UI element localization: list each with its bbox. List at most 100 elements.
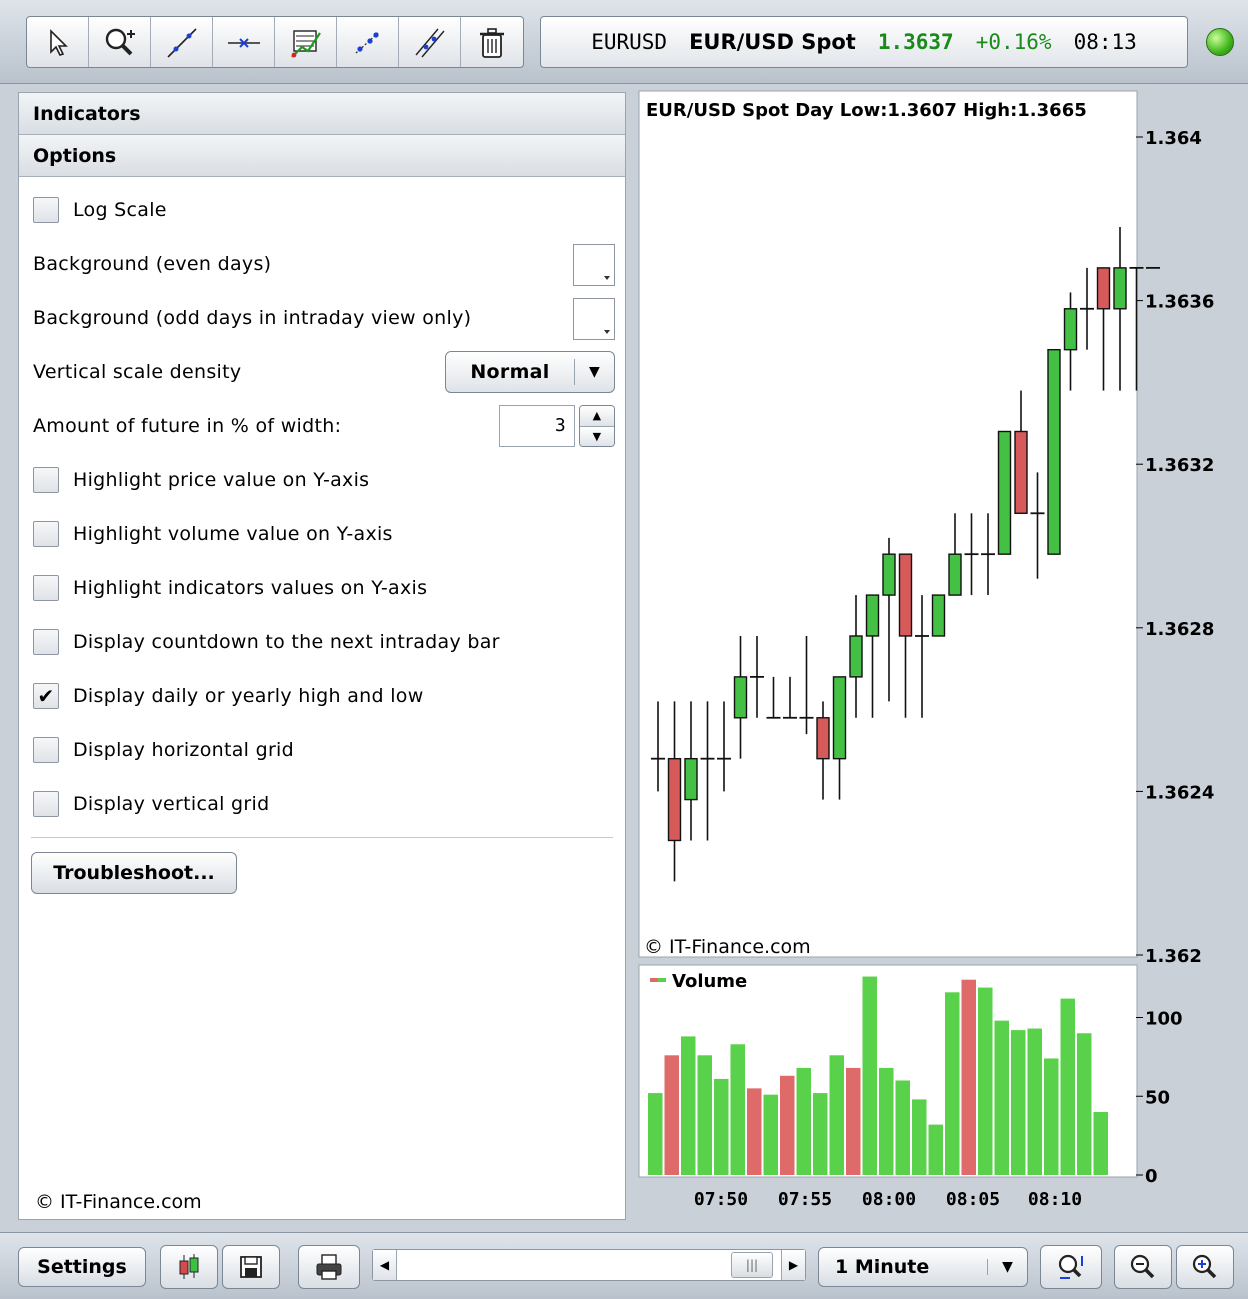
cursor-tool-button[interactable] [27,17,89,67]
daily-hl-option[interactable]: ✔ Display daily or yearly high and low [33,676,615,716]
settings-panel: Indicators Options Log Scale Background … [18,92,626,1220]
volume-bar [730,1044,745,1175]
bg-odd-color-picker[interactable] [573,298,615,340]
stepper-up-icon[interactable]: ▲ [580,406,614,427]
horizontal-line-icon [227,38,260,48]
candle-up [997,430,1012,555]
chart-type-button[interactable] [160,1245,218,1289]
troubleshoot-button[interactable]: Troubleshoot... [31,852,237,894]
volume-bar [664,1055,679,1175]
hgrid-label: Display horizontal grid [73,739,294,761]
hl-volume-checkbox[interactable] [33,521,59,547]
price-axis-label: 1.364 [1145,128,1202,149]
volume-bar [895,1080,910,1175]
candle-up [1047,348,1061,555]
log-scale-label: Log Scale [73,199,167,221]
log-scale-option[interactable]: Log Scale [33,190,615,230]
hl-indicators-option[interactable]: Highlight indicators values on Y-axis [33,568,615,608]
delete-tool-button[interactable] [461,17,523,67]
vscale-option: Vertical scale density Normal ▼ [33,351,615,393]
zoom-out-button[interactable] [1114,1245,1172,1289]
stepper-down-icon[interactable]: ▼ [580,426,614,446]
candle-up [733,676,748,719]
horizontal-line-tool-button[interactable] [213,17,275,67]
price-pane [638,90,1138,958]
hgrid-option[interactable]: Display horizontal grid [33,730,615,770]
vgrid-checkbox[interactable] [33,791,59,817]
parallel-lines-icon [414,28,445,58]
hl-price-checkbox[interactable] [33,467,59,493]
hl-price-option[interactable]: Highlight price value on Y-axis [33,460,615,500]
divider [31,837,613,838]
candle-up [684,757,698,801]
volume-bar [681,1036,696,1175]
bg-even-color-picker[interactable] [573,244,615,286]
countdown-checkbox[interactable] [33,629,59,655]
print-button[interactable] [298,1245,360,1289]
countdown-option[interactable]: Display countdown to the next intraday b… [33,622,615,662]
candle-up [1113,267,1127,310]
fibonacci-tool-button[interactable] [275,17,337,67]
ticker-time: 08:13 [1073,30,1137,54]
candle-up [1063,308,1078,351]
vscale-value: Normal [470,361,550,383]
volume-bar [1044,1058,1059,1175]
hl-volume-option[interactable]: Highlight volume value on Y-axis [33,514,615,554]
timeline-scrollbar[interactable]: ◀ ||| ▶ [372,1249,806,1281]
trendline-tool-button[interactable] [151,17,213,67]
chart-area[interactable]: 1.364 1.3636 1.3632 1.3628 1.3624 1.362 EUR/US… [638,90,1238,1220]
scroll-thumb[interactable]: ||| [731,1252,773,1278]
candle-down [667,757,682,842]
volume-axis-label: 50 [1145,1087,1170,1108]
trash-icon [480,28,504,58]
volume-bar [1077,1033,1092,1175]
volume-bar [1027,1028,1042,1175]
zoom-in-icon [1192,1254,1217,1279]
indicators-header[interactable]: Indicators [19,93,625,135]
scroll-right-icon[interactable]: ▶ [781,1250,805,1280]
price-chart[interactable]: 1.364 1.3636 1.3632 1.3628 1.3624 1.362 EUR/US… [638,90,1238,1220]
future-stepper[interactable]: 3 ▲ ▼ [499,405,615,447]
zoom-in-tool-button[interactable] [89,17,151,67]
volume-bar [846,1067,861,1175]
bottom-toolbar: Settings ◀ ||| ▶ 1 Minute ▼ [0,1232,1248,1299]
options-header[interactable]: Options [19,135,625,177]
volume-bar [648,1093,663,1175]
volume-bar [862,976,877,1175]
hgrid-checkbox[interactable] [33,737,59,763]
hl-indicators-checkbox[interactable] [33,575,59,601]
candle-up [849,635,863,678]
vscale-density-select[interactable]: Normal ▼ [445,351,615,393]
volume-bar [763,1094,778,1175]
vgrid-option[interactable]: Display vertical grid [33,784,615,824]
volume-legend-marker [650,978,658,982]
price-axis-label: 1.3624 [1145,782,1214,803]
time-axis-label: 08:10 [1028,1189,1082,1210]
candle-up [931,594,946,637]
zoom-out-icon [1130,1254,1155,1279]
channel-tool-button[interactable] [337,17,399,67]
candle-up [865,594,880,637]
log-scale-checkbox[interactable] [33,197,59,223]
volume-legend-marker [658,978,666,982]
volume-bar [829,1055,844,1175]
parallel-lines-tool-button[interactable] [399,17,461,67]
volume-bar [697,1055,712,1175]
vgrid-label: Display vertical grid [73,793,270,815]
trendline-icon [166,28,197,58]
candlestick-icon [179,1254,199,1279]
symbol-ticker[interactable]: EURUSD EUR/USD Spot 1.3637 +0.16% 08:13 [540,16,1188,68]
time-axis-label: 07:50 [694,1189,748,1210]
save-button[interactable] [222,1245,280,1289]
scroll-left-icon[interactable]: ◀ [373,1250,397,1280]
auto-zoom-button[interactable] [1040,1245,1102,1289]
future-input[interactable]: 3 [499,405,575,447]
future-label: Amount of future in % of width: [33,415,342,437]
candle-down [898,553,913,637]
zoom-in-button[interactable] [1176,1245,1234,1289]
interval-select[interactable]: 1 Minute ▼ [818,1247,1028,1287]
daily-hl-checkbox[interactable]: ✔ [33,683,59,709]
settings-button[interactable]: Settings [18,1247,146,1287]
volume-bar [1060,998,1075,1175]
volume-bar [961,979,976,1175]
